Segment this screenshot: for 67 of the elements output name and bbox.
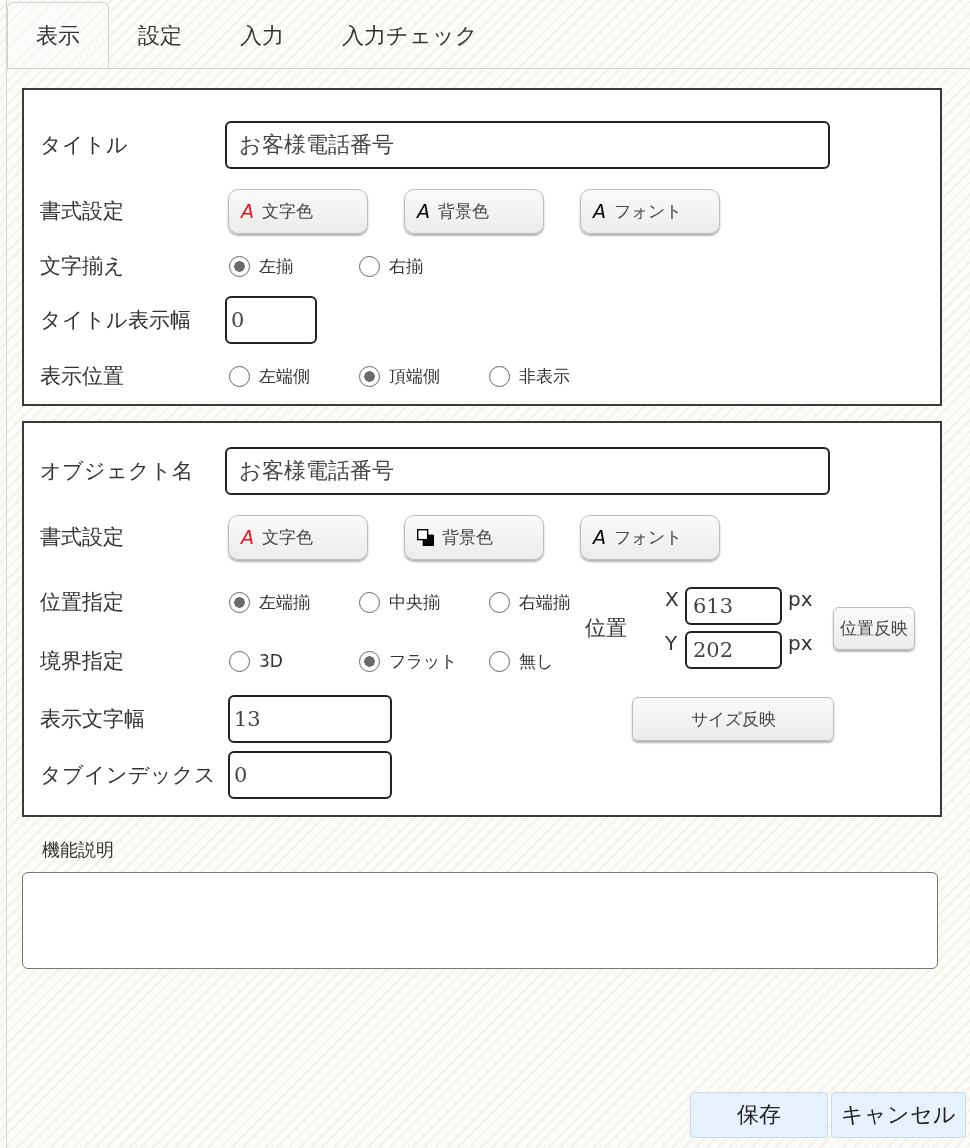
field-label: 機能説明 xyxy=(42,838,114,862)
option-label[interactable]: 右端揃 xyxy=(519,590,570,614)
option-label[interactable]: フラット xyxy=(389,649,457,673)
axis-label: X xyxy=(665,587,680,611)
option-label[interactable]: 頂端側 xyxy=(389,364,440,388)
style-button[interactable]: A フォント xyxy=(580,514,720,560)
field-label: オブジェクト名 xyxy=(40,458,193,485)
field-label: タブインデックス xyxy=(40,762,216,789)
description-field[interactable] xyxy=(22,872,938,969)
radio-button[interactable] xyxy=(359,650,380,672)
field-label: 位置指定 xyxy=(40,589,124,616)
field-label: 書式設定 xyxy=(40,198,124,225)
number-field[interactable]: 0 xyxy=(225,296,317,344)
letter-a-icon: A xyxy=(593,201,606,221)
option-label[interactable]: 3D xyxy=(259,651,283,671)
letter-a-icon: A xyxy=(241,527,254,547)
field-label: タイトル表示幅 xyxy=(40,307,191,334)
field-label: 表示位置 xyxy=(40,363,124,390)
field-label: 文字揃え xyxy=(40,253,125,280)
radio-button[interactable] xyxy=(229,255,250,277)
option-label[interactable]: 右揃 xyxy=(389,254,423,278)
option-label[interactable]: 無し xyxy=(519,649,553,673)
field-label: 位置 xyxy=(585,615,627,642)
tab[interactable]: 設定 xyxy=(109,2,211,68)
option-label[interactable]: 左揃 xyxy=(259,254,293,278)
unit-label: px xyxy=(788,631,813,655)
option-label[interactable]: 非表示 xyxy=(519,364,570,388)
field-label: タイトル xyxy=(40,132,128,159)
letter-a-icon: A xyxy=(241,201,254,221)
apply-size-button[interactable]: サイズ反映 xyxy=(632,697,834,741)
option-label[interactable]: 左端側 xyxy=(259,364,310,388)
style-button[interactable]: A 文字色 xyxy=(228,514,368,560)
coordinate-field[interactable]: 202 xyxy=(685,631,782,669)
tab[interactable]: 入力チェック xyxy=(313,2,507,68)
tab[interactable]: 表示 xyxy=(7,2,109,68)
style-button[interactable]: 背景色 xyxy=(404,514,544,560)
footer-button[interactable]: 保存 xyxy=(690,1092,828,1138)
radio-button[interactable] xyxy=(359,255,380,277)
tab[interactable]: 入力 xyxy=(211,2,313,68)
apply-position-button[interactable]: 位置反映 xyxy=(832,606,915,650)
text-field[interactable]: お客様電話番号 xyxy=(225,121,830,169)
style-button[interactable]: A 背景色 xyxy=(404,188,544,234)
text-field[interactable]: お客様電話番号 xyxy=(225,447,830,495)
radio-button[interactable] xyxy=(359,591,380,613)
field-label: 書式設定 xyxy=(40,524,124,551)
unit-label: px xyxy=(788,587,813,611)
number-field[interactable]: 0 xyxy=(228,751,392,799)
option-label[interactable]: 中央揃 xyxy=(389,590,440,614)
style-button[interactable]: A 文字色 xyxy=(228,188,368,234)
radio-button[interactable] xyxy=(489,365,510,387)
field-label: 境界指定 xyxy=(40,648,124,675)
number-field[interactable]: 13 xyxy=(228,695,392,743)
radio-button[interactable] xyxy=(229,365,250,387)
field-label: 表示文字幅 xyxy=(40,706,145,733)
radio-button[interactable] xyxy=(489,650,510,672)
radio-button[interactable] xyxy=(489,591,510,613)
radio-button[interactable] xyxy=(229,591,250,613)
radio-button[interactable] xyxy=(229,650,250,672)
footer-button[interactable]: キャンセル xyxy=(831,1092,966,1138)
option-label[interactable]: 左端揃 xyxy=(259,590,310,614)
radio-button[interactable] xyxy=(359,365,380,387)
overlapping-squares-icon xyxy=(417,528,434,546)
axis-label: Y xyxy=(665,631,679,655)
letter-a-icon: A xyxy=(417,201,430,221)
coordinate-field[interactable]: 613 xyxy=(685,587,782,625)
letter-a-icon: A xyxy=(593,527,606,547)
style-button[interactable]: A フォント xyxy=(580,188,720,234)
